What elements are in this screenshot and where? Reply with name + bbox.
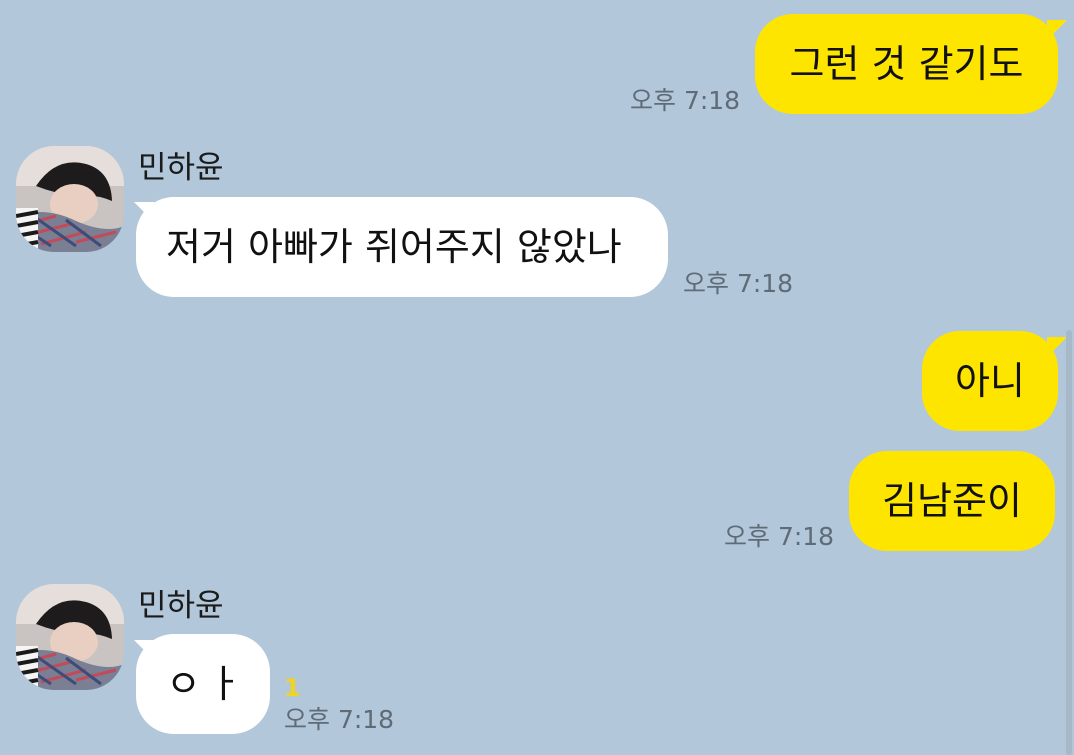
message-time: 오후 7:18 [683, 269, 794, 298]
message-text: 저거 아빠가 쥐어주지 않았나 [166, 225, 622, 269]
my-message-bubble[interactable]: 그런 것 같기도 [755, 14, 1058, 114]
message-text: 아니 [955, 359, 1025, 403]
my-message-bubble[interactable]: 아니 [922, 331, 1058, 431]
my-message-bubble[interactable]: 김남준이 [849, 451, 1055, 551]
message-text: 김남준이 [882, 479, 1022, 523]
sender-name: 민하윤 [138, 588, 224, 624]
message-text: 그런 것 같기도 [789, 42, 1024, 86]
bubble-tail [1047, 20, 1067, 40]
scrollbar[interactable] [1066, 330, 1072, 755]
other-message-bubble[interactable]: 저거 아빠가 쥐어주지 않았나 [136, 197, 668, 297]
profile-photo-icon [16, 146, 124, 252]
chat-area[interactable]: 그런 것 같기도 오후 7:18 민하윤 저거 아빠가 쥐어주지 않았나 오후 … [0, 0, 1074, 755]
bubble-tail [1047, 337, 1067, 357]
message-time: 오후 7:18 [284, 705, 395, 734]
avatar[interactable] [16, 584, 124, 690]
profile-photo-icon [16, 584, 124, 690]
other-message-bubble[interactable]: ㅇㅏ [136, 634, 270, 734]
unread-count: 1 [284, 674, 301, 702]
message-time: 오후 7:18 [724, 522, 835, 551]
avatar[interactable] [16, 146, 124, 252]
message-time: 오후 7:18 [630, 86, 741, 115]
sender-name: 민하윤 [138, 150, 224, 186]
message-text: ㅇㅏ [166, 662, 248, 706]
